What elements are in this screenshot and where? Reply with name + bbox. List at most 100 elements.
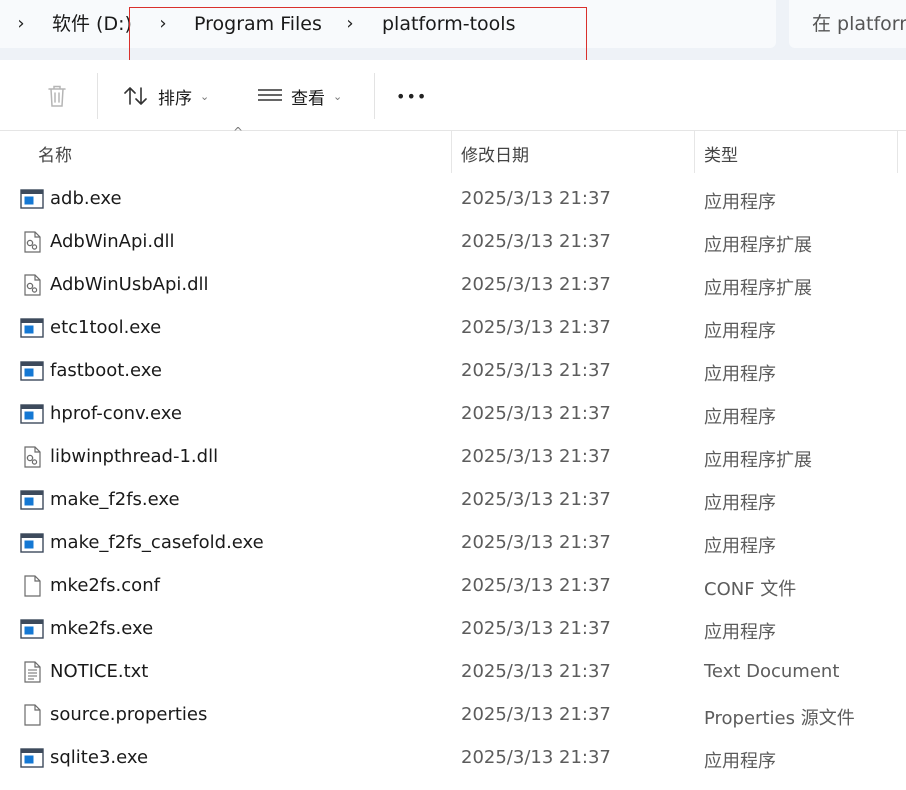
delete-button[interactable] [45,82,69,110]
column-header: ^ 名称 修改日期 类型 [0,125,906,173]
file-name: make_f2fs_casefold.exe [50,532,264,553]
file-row[interactable]: make_f2fs.exe 2025/3/13 21:37 应用程序 [0,479,906,522]
file-row[interactable]: etc1tool.exe 2025/3/13 21:37 应用程序 [0,307,906,350]
search-box[interactable]: 在 platform-tools 中搜索 [789,0,906,48]
file-row[interactable]: fastboot.exe 2025/3/13 21:37 应用程序 [0,350,906,393]
breadcrumb-program-files[interactable]: Program Files [194,12,322,36]
generic-file-icon [20,704,44,726]
file-row[interactable]: NOTICE.txt 2025/3/13 21:37 Text Document [0,651,906,694]
column-divider[interactable] [451,131,452,173]
generic-file-icon [20,575,44,597]
file-type: Properties 源文件 [704,708,855,729]
file-name: AdbWinApi.dll [50,231,175,252]
sort-button[interactable]: 排序 ⌄ [122,82,209,110]
file-name: make_f2fs.exe [50,489,180,510]
view-button[interactable]: 查看 ⌄ [257,82,342,110]
file-date: 2025/3/13 21:37 [461,747,611,768]
search-placeholder: 在 platform-tools 中搜索 [812,13,906,35]
file-row[interactable]: AdbWinApi.dll 2025/3/13 21:37 应用程序扩展 [0,221,906,264]
column-divider[interactable] [897,131,898,173]
file-date: 2025/3/13 21:37 [461,403,611,424]
file-type: 应用程序 [704,751,776,772]
file-name: fastboot.exe [50,360,162,381]
file-row[interactable]: AdbWinUsbApi.dll 2025/3/13 21:37 应用程序扩展 [0,264,906,307]
column-date[interactable]: 修改日期 [461,141,529,166]
toolbar-divider [97,73,98,119]
chevron-right-icon[interactable]: › [156,12,170,36]
file-type: 应用程序扩展 [704,278,812,299]
column-divider[interactable] [694,131,695,173]
file-type: 应用程序 [704,364,776,385]
file-date: 2025/3/13 21:37 [461,188,611,209]
file-row[interactable]: hprof-conv.exe 2025/3/13 21:37 应用程序 [0,393,906,436]
application-icon [20,747,44,769]
sort-ascending-icon: ^ [233,125,244,139]
file-date: 2025/3/13 21:37 [461,704,611,725]
application-icon [20,360,44,382]
ellipsis-icon: ••• [396,86,428,106]
column-type[interactable]: 类型 [704,141,738,166]
chevron-down-icon: ⌄ [333,89,343,103]
application-icon [20,532,44,554]
file-date: 2025/3/13 21:37 [461,489,611,510]
sort-icon [124,87,147,105]
more-options-button[interactable]: ••• [396,82,427,110]
toolbar-divider [374,73,375,119]
file-name: libwinpthread-1.dll [50,446,219,467]
application-icon [20,489,44,511]
file-row[interactable]: make_f2fs_casefold.exe 2025/3/13 21:37 应… [0,522,906,565]
file-name: hprof-conv.exe [50,403,182,424]
dll-file-icon [20,274,44,296]
file-row[interactable]: mke2fs.conf 2025/3/13 21:37 CONF 文件 [0,565,906,608]
address-bar-region: › 软件 (D:) › Program Files › platform-too… [0,0,906,60]
application-icon [20,618,44,640]
file-type: 应用程序 [704,321,776,342]
file-date: 2025/3/13 21:37 [461,618,611,639]
file-type: 应用程序 [704,536,776,557]
file-type: 应用程序 [704,622,776,643]
file-name: AdbWinUsbApi.dll [50,274,209,295]
breadcrumb-platform-tools[interactable]: platform-tools [382,12,515,36]
file-row[interactable]: mke2fs.exe 2025/3/13 21:37 应用程序 [0,608,906,651]
file-type: 应用程序 [704,192,776,213]
file-name: source.properties [50,704,208,725]
file-type: 应用程序 [704,407,776,428]
file-row[interactable]: source.properties 2025/3/13 21:37 Proper… [0,694,906,737]
application-icon [20,317,44,339]
column-name[interactable]: 名称 [38,141,72,166]
file-row[interactable]: adb.exe 2025/3/13 21:37 应用程序 [0,178,906,221]
text-file-icon [20,661,44,683]
file-date: 2025/3/13 21:37 [461,446,611,467]
chevron-right-icon[interactable]: › [14,12,28,36]
file-type: Text Document [704,661,840,682]
file-name: mke2fs.conf [50,575,160,596]
file-date: 2025/3/13 21:37 [461,575,611,596]
file-row[interactable]: libwinpthread-1.dll 2025/3/13 21:37 应用程序… [0,436,906,479]
view-list-icon [258,89,282,101]
file-name: NOTICE.txt [50,661,149,682]
file-date: 2025/3/13 21:37 [461,360,611,381]
dll-file-icon [20,446,44,468]
file-date: 2025/3/13 21:37 [461,661,611,682]
breadcrumb-drive[interactable]: 软件 (D:) [52,12,132,36]
file-name: mke2fs.exe [50,618,154,639]
chevron-down-icon: ⌄ [200,89,210,103]
file-type: 应用程序扩展 [704,235,812,256]
sort-label: 排序 [158,88,192,109]
file-type: 应用程序扩展 [704,450,812,471]
file-date: 2025/3/13 21:37 [461,231,611,252]
trash-icon [48,85,66,107]
file-list: adb.exe 2025/3/13 21:37 应用程序 AdbWinApi.d… [0,178,906,780]
address-bar[interactable]: › 软件 (D:) › Program Files › platform-too… [0,0,776,48]
file-name: sqlite3.exe [50,747,149,768]
chevron-right-icon[interactable]: › [343,12,357,36]
command-toolbar: 排序 ⌄ 查看 ⌄ ••• [0,60,906,131]
file-type: 应用程序 [704,493,776,514]
file-date: 2025/3/13 21:37 [461,532,611,553]
file-date: 2025/3/13 21:37 [461,274,611,295]
file-row[interactable]: sqlite3.exe 2025/3/13 21:37 应用程序 [0,737,906,780]
file-date: 2025/3/13 21:37 [461,317,611,338]
application-icon [20,403,44,425]
application-icon [20,188,44,210]
file-name: adb.exe [50,188,122,209]
